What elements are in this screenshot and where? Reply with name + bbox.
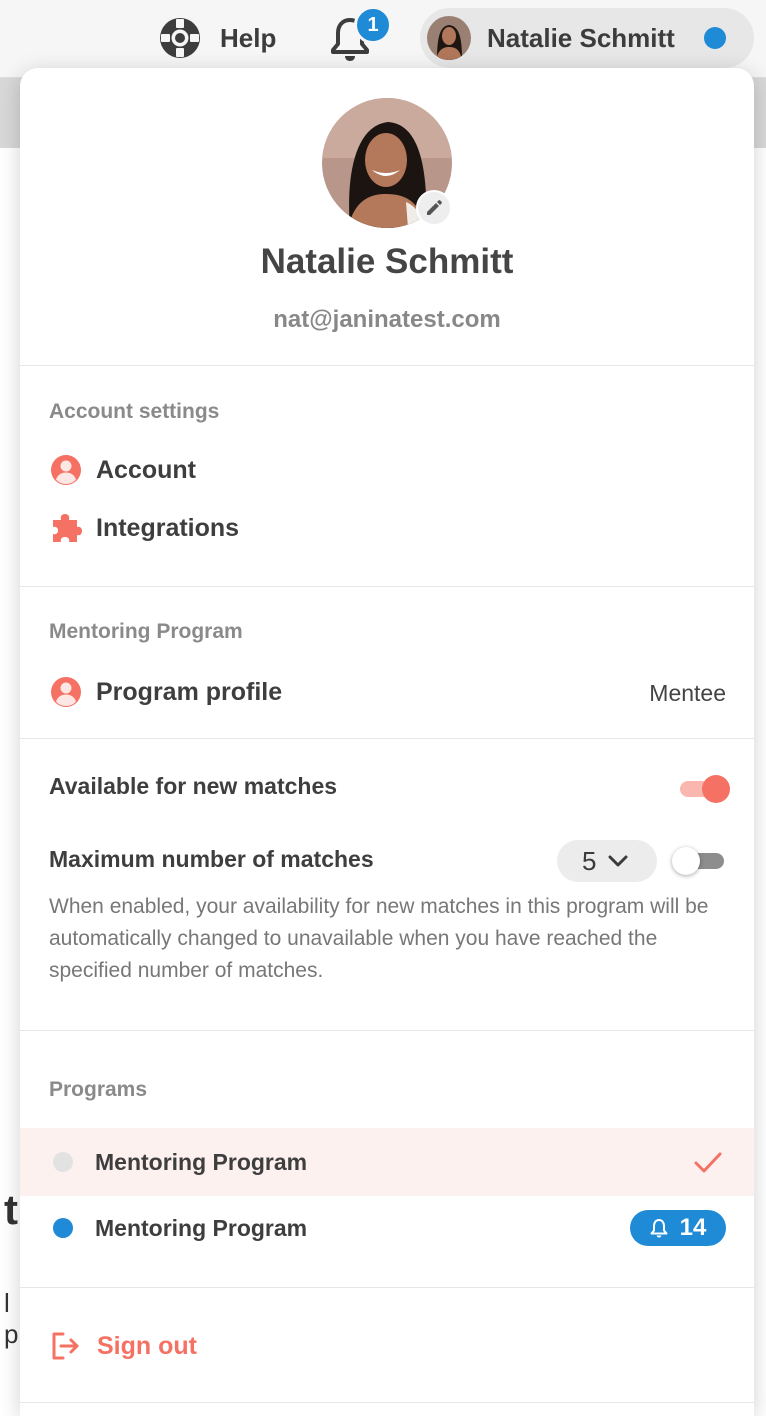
max-matches-select[interactable]: 5	[557, 840, 657, 882]
help-button[interactable]: Help	[158, 14, 276, 62]
sign-out-button[interactable]: Sign out	[49, 1326, 197, 1366]
user-circle-icon	[51, 455, 81, 485]
toggle-knob	[702, 775, 730, 803]
help-label: Help	[220, 22, 277, 53]
puzzle-icon	[53, 514, 82, 542]
online-status-dot	[704, 27, 726, 49]
program-status-dot	[53, 1152, 73, 1172]
program-name: Mentoring Program	[95, 1214, 308, 1241]
divider	[20, 1402, 754, 1403]
avatar	[427, 16, 471, 60]
program-item[interactable]: Mentoring Program 14	[20, 1194, 754, 1262]
toggle-knob	[672, 847, 700, 875]
lifebuoy-icon	[160, 18, 200, 58]
program-name: Mentoring Program	[95, 1148, 308, 1175]
sign-out-icon	[52, 1332, 79, 1360]
max-matches-toggle[interactable]	[670, 846, 728, 876]
divider	[20, 1030, 754, 1031]
user-circle-icon	[51, 677, 81, 707]
mentoring-program-title: Mentoring Program	[49, 620, 243, 643]
divider	[20, 365, 754, 366]
max-matches-value: 5	[582, 845, 597, 876]
background-text-fragment: l p	[4, 1288, 19, 1349]
profile-name: Natalie Schmitt	[260, 242, 514, 281]
menu-item-label: Integrations	[96, 513, 240, 542]
program-notification-badge: 14	[630, 1210, 726, 1246]
menu-item-integrations[interactable]: Integrations	[49, 508, 239, 548]
check-icon	[694, 1152, 722, 1173]
user-menu-button[interactable]: Natalie Schmitt	[420, 8, 754, 68]
notification-count-badge: 1	[354, 6, 392, 44]
max-matches-label: Maximum number of matches	[49, 846, 374, 872]
programs-title: Programs	[49, 1078, 148, 1101]
notification-count: 14	[679, 1214, 707, 1241]
user-name: Natalie Schmitt	[487, 22, 675, 53]
menu-item-label: Account	[96, 455, 196, 484]
program-status-dot	[53, 1218, 73, 1238]
account-settings-title: Account settings	[49, 400, 220, 423]
profile-email: nat@janinatest.com	[273, 306, 501, 333]
available-for-matches-toggle[interactable]	[678, 774, 732, 804]
pencil-icon	[427, 200, 442, 215]
notifications-button[interactable]: 1	[328, 6, 392, 66]
available-for-matches-label: Available for new matches	[49, 773, 338, 799]
menu-item-account[interactable]: Account	[49, 450, 196, 490]
chevron-down-icon	[608, 855, 628, 867]
menu-item-program-profile[interactable]: Program profile	[49, 672, 282, 712]
menu-item-label: Program profile	[96, 677, 283, 706]
max-matches-help-text: When enabled, your availability for new …	[49, 895, 709, 982]
divider	[20, 586, 754, 587]
bell-icon	[650, 1219, 668, 1238]
user-menu-dropdown: Natalie Schmitt nat@janinatest.com Accou…	[20, 68, 754, 1416]
program-item-selected[interactable]: Mentoring Program	[20, 1128, 754, 1196]
program-role: Mentee	[649, 680, 726, 706]
sign-out-label: Sign out	[97, 1331, 197, 1360]
edit-avatar-button[interactable]	[416, 190, 452, 226]
divider	[20, 738, 754, 739]
divider	[20, 1287, 754, 1288]
